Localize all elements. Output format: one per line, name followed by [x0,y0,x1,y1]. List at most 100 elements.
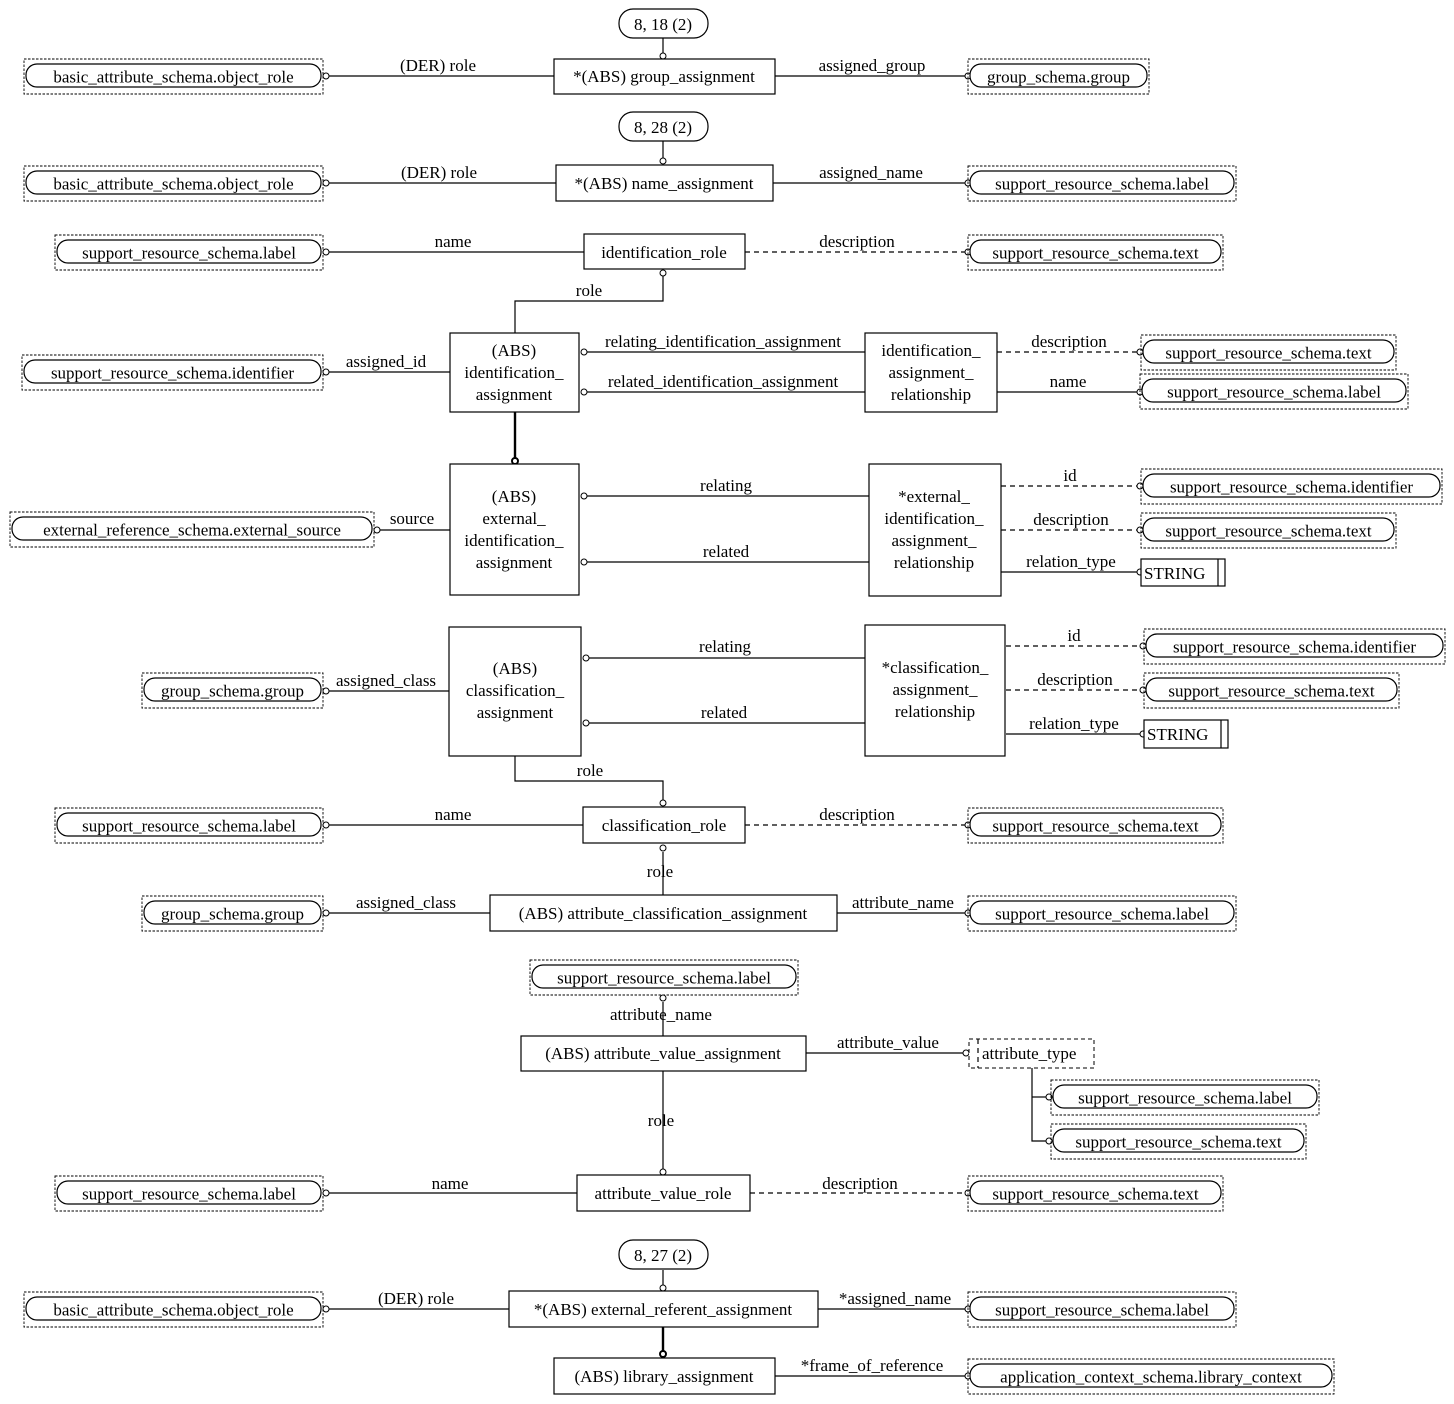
type-label: STRING [1144,564,1205,583]
entity-label-line: identification_ [881,341,981,360]
entity-classification-assignment-relationship[interactable]: *classification_ assignment_ relationshi… [864,624,1006,757]
simple-type-string[interactable]: STRING [1143,719,1229,749]
reference-label: support_resource_schema.text [992,817,1199,836]
entity-label-line: relationship [891,385,971,404]
reference-label: support_resource_schema.identifier [51,364,294,383]
attribute-label: description [819,805,895,824]
entity-label: (ABS) attribute_classification_assignmen… [519,904,808,923]
schema-reference-r-label-2[interactable]: support_resource_schema.label [54,234,324,271]
schema-reference-r-group-2[interactable]: group_schema.group [141,672,324,709]
entity-attribute-classification-assignment[interactable]: (ABS) attribute_classification_assignmen… [489,894,838,932]
simple-type-string[interactable]: STRING [1140,558,1226,587]
entity-label-line: relationship [895,702,975,721]
schema-reference-r-label-5[interactable]: support_resource_schema.label [967,895,1237,932]
schema-reference-r-label-1[interactable]: support_resource_schema.label [967,165,1237,202]
entity-label: classification_role [602,816,727,835]
reference-label: support_resource_schema.identifier [1170,478,1413,497]
entity-name-assignment[interactable]: *(ABS) name_assignment [555,164,774,202]
reference-label: group_schema.group [987,68,1130,87]
page-ref-8-27[interactable]: 8, 27 (2) [618,1239,709,1270]
schema-reference-r-text-4[interactable]: support_resource_schema.text [1143,672,1400,709]
reference-label: support_resource_schema.identifier [1173,638,1416,657]
attribute-label: role [577,761,603,780]
schema-reference-r-library-context[interactable]: application_context_schema.library_conte… [967,1358,1335,1395]
attribute-label: *frame_of_reference [801,1356,944,1375]
schema-reference-r-text-3[interactable]: support_resource_schema.text [1140,512,1397,549]
entity-attribute-value-role[interactable]: attribute_value_role [576,1174,751,1212]
reference-label: support_resource_schema.label [995,175,1209,194]
entity-label-line: assignment_ [893,680,978,699]
attribute-label: description [1033,510,1109,529]
schema-reference-r-identifier-2[interactable]: support_resource_schema.identifier [1140,468,1443,505]
entity-identification-assignment-relationship[interactable]: identification_ assignment_ relationship [864,332,998,413]
schema-reference-r-text-5[interactable]: support_resource_schema.text [967,807,1224,844]
schema-reference-r-label-3[interactable]: support_resource_schema.label [1139,373,1409,410]
entity-label-line: assignment [476,385,553,404]
schema-reference-r-object-role-1[interactable]: basic_attribute_schema.object_role [23,58,324,95]
attribute-label: relation_type [1026,552,1116,571]
attribute-label: role [647,862,673,881]
schema-reference-r-label-8[interactable]: support_resource_schema.label [54,1175,324,1212]
entity-external-referent-assignment[interactable]: *(ABS) external_referent_assignment [508,1290,819,1328]
schema-reference-r-object-role-2[interactable]: basic_attribute_schema.object_role [23,165,324,202]
attribute-label: id [1063,466,1077,485]
attribute-label: role [576,281,602,300]
attribute-label: attribute_name [610,1005,712,1024]
schema-reference-r-object-role-3[interactable]: basic_attribute_schema.object_role [23,1291,324,1328]
entity-identification-role[interactable]: identification_role [583,233,746,270]
attribute-label: source [390,509,434,528]
select-type-attribute-type[interactable]: attribute_type [968,1038,1095,1069]
entity-identification-assignment[interactable]: (ABS) identification_ assignment [449,332,580,413]
entity-classification-role[interactable]: classification_role [582,806,746,844]
schema-reference-r-external-source[interactable]: external_reference_schema.external_sourc… [9,511,375,548]
schema-reference-r-group-3[interactable]: group_schema.group [141,895,324,932]
schema-reference-r-group-1[interactable]: group_schema.group [967,58,1150,95]
entity-label-line: classification_ [466,681,565,700]
entity-external-identification-assignment[interactable]: (ABS) external_ identification_ assignme… [449,463,580,596]
schema-reference-r-text-6[interactable]: support_resource_schema.text [1050,1123,1307,1160]
reference-label: support_resource_schema.label [82,244,296,263]
reference-label: basic_attribute_schema.object_role [53,1301,293,1320]
attribute-label: assigned_group [819,56,926,75]
type-label: STRING [1147,725,1208,744]
entity-classification-assignment[interactable]: (ABS) classification_ assignment [448,626,582,757]
entity-label-line: assignment_ [889,363,974,382]
schema-reference-r-label-9[interactable]: support_resource_schema.label [967,1291,1237,1328]
page-ref-label: 8, 18 (2) [634,15,692,34]
schema-reference-r-label-7[interactable]: support_resource_schema.label [1050,1079,1320,1116]
attribute-label: id [1067,626,1081,645]
page-ref-label: 8, 27 (2) [634,1246,692,1265]
entity-group-assignment[interactable]: *(ABS) group_assignment [553,58,776,95]
attribute-label: assigned_id [346,352,427,371]
entity-label-line: (ABS) [493,659,537,678]
schema-reference-r-label-6[interactable]: support_resource_schema.label [529,959,799,996]
schema-reference-r-label-4[interactable]: support_resource_schema.label [54,807,324,844]
entity-external-identification-assignment-relationship[interactable]: *external_ identification_ assignment_ r… [868,463,1002,597]
attribute-label: related_identification_assignment [608,372,839,391]
page-ref-label: 8, 28 (2) [634,118,692,137]
reference-label: support_resource_schema.text [1165,344,1372,363]
reference-label: support_resource_schema.text [1168,682,1375,701]
page-ref-8-18[interactable]: 8, 18 (2) [618,8,709,39]
attribute-label: relation_type [1029,714,1119,733]
reference-label: basic_attribute_schema.object_role [53,175,293,194]
entity-label: (ABS) library_assignment [575,1367,754,1386]
schema-reference-r-text-1[interactable]: support_resource_schema.text [967,234,1224,271]
page-ref-8-28[interactable]: 8, 28 (2) [618,111,709,142]
entity-library-assignment[interactable]: (ABS) library_assignment [553,1357,776,1395]
schema-reference-r-identifier-1[interactable]: support_resource_schema.identifier [21,354,324,391]
reference-label: support_resource_schema.text [1075,1133,1282,1152]
entity-label-line: identification_ [464,363,564,382]
schema-reference-r-identifier-3[interactable]: support_resource_schema.identifier [1143,628,1446,665]
schema-reference-r-text-7[interactable]: support_resource_schema.text [967,1175,1224,1212]
entity-label-line: relationship [894,553,974,572]
reference-label: support_resource_schema.label [82,1185,296,1204]
schema-reference-r-text-2[interactable]: support_resource_schema.text [1140,334,1397,371]
attribute-label: (DER) role [401,163,477,182]
entity-attribute-value-assignment[interactable]: (ABS) attribute_value_assignment [520,1035,807,1072]
reference-label: support_resource_schema.label [995,905,1209,924]
attribute-label: related [703,542,750,561]
reference-label: support_resource_schema.label [1078,1089,1292,1108]
entity-label: attribute_value_role [595,1184,732,1203]
entity-label-line: identification_ [884,509,984,528]
